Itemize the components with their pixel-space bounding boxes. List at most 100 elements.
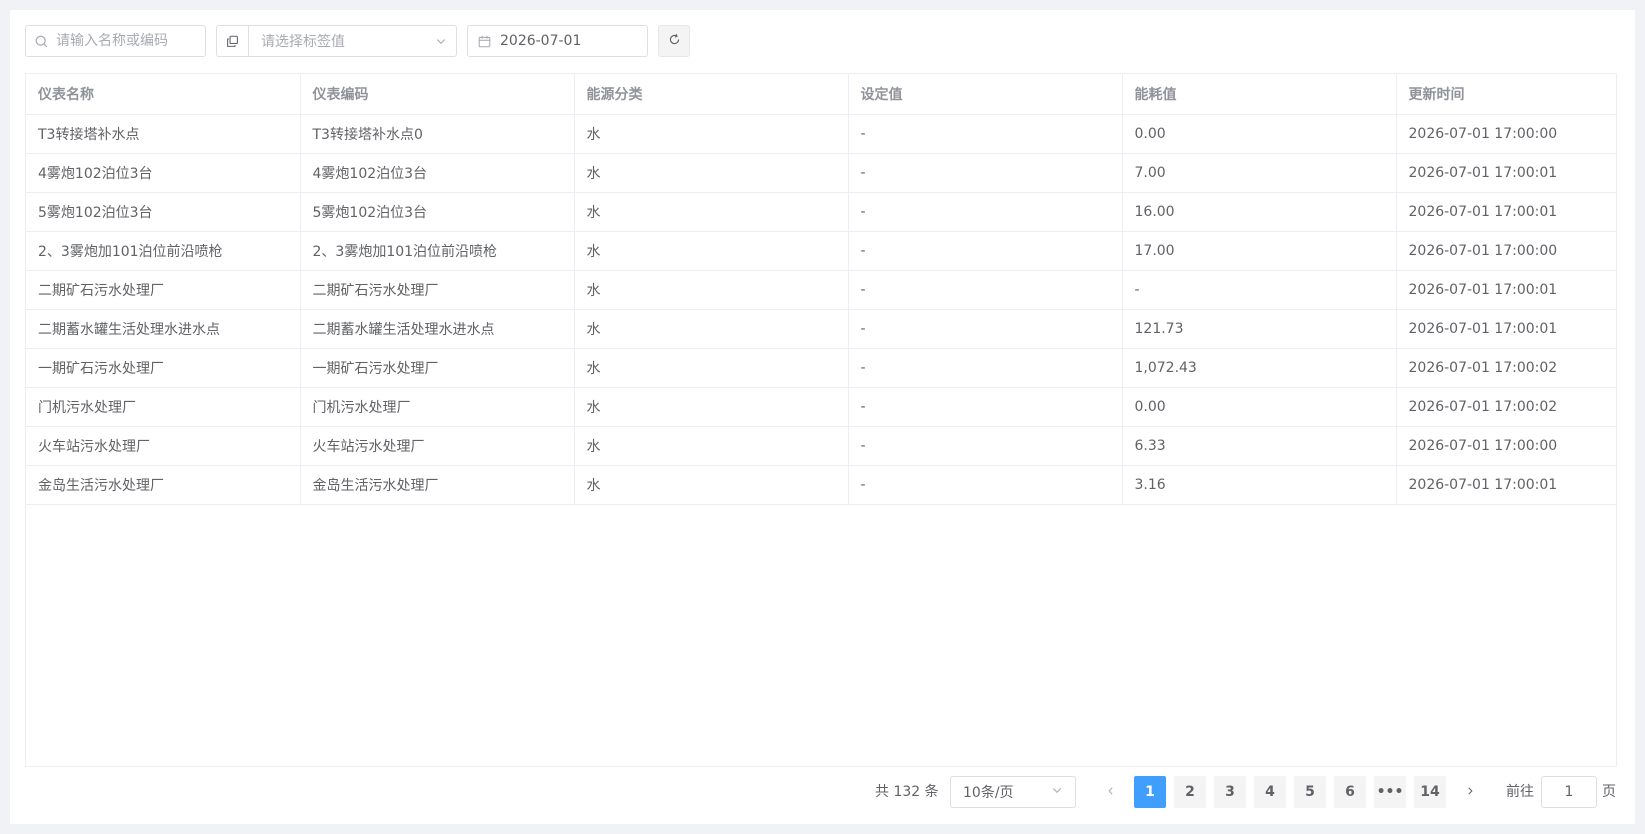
table-row[interactable]: 火车站污水处理厂 火车站污水处理厂 水 - 6.33 2026-07-01 17… bbox=[26, 426, 1616, 466]
table-row[interactable]: 4雾炮102泊位3台 4雾炮102泊位3台 水 - 7.00 2026-07-0… bbox=[26, 153, 1616, 193]
tag-select-placeholder: 请选择标签值 bbox=[261, 34, 345, 50]
cell-set-value: - bbox=[848, 270, 1123, 310]
table-row[interactable]: 一期矿石污水处理厂 一期矿石污水处理厂 水 - 1,072.43 2026-07… bbox=[26, 348, 1616, 388]
filter-toolbar: 请选择标签值 bbox=[25, 25, 690, 57]
page-button-4[interactable]: 4 bbox=[1254, 776, 1286, 808]
cell-update-time: 2026-07-01 17:00:00 bbox=[1396, 114, 1616, 154]
page-size-value: 10条/页 bbox=[963, 785, 1014, 801]
cell-update-time: 2026-07-01 17:00:01 bbox=[1396, 309, 1616, 349]
page-button-3[interactable]: 3 bbox=[1214, 776, 1246, 808]
cell-update-time: 2026-07-01 17:00:01 bbox=[1396, 153, 1616, 193]
refresh-button[interactable] bbox=[658, 25, 690, 57]
meter-table: 仪表名称 仪表编码 能源分类 设定值 能耗值 更新时间 T3转接塔补水点 T3转… bbox=[25, 73, 1617, 767]
cell-meter-name: T3转接塔补水点 bbox=[26, 114, 301, 154]
cell-meter-name: 二期矿石污水处理厂 bbox=[26, 270, 301, 310]
cell-energy-type: 水 bbox=[574, 153, 849, 193]
page-size-select[interactable]: 10条/页 bbox=[950, 776, 1076, 808]
cell-energy-type: 水 bbox=[574, 309, 849, 349]
cell-energy-type: 水 bbox=[574, 231, 849, 271]
prev-page-button[interactable] bbox=[1095, 776, 1127, 808]
cell-set-value: - bbox=[848, 465, 1123, 505]
cell-meter-code: 二期蓄水罐生活处理水进水点 bbox=[300, 309, 575, 349]
goto-label: 前往 bbox=[1506, 784, 1534, 800]
cell-energy-type: 水 bbox=[574, 114, 849, 154]
main-panel: 请选择标签值 仪表名称 仪表编码 bbox=[10, 10, 1635, 824]
cell-update-time: 2026-07-01 17:00:01 bbox=[1396, 270, 1616, 310]
cell-set-value: - bbox=[848, 114, 1123, 154]
cell-update-time: 2026-07-01 17:00:01 bbox=[1396, 465, 1616, 505]
cell-consumption: 16.00 bbox=[1122, 192, 1397, 232]
column-header-energy-type[interactable]: 能源分类 bbox=[574, 74, 849, 115]
column-header-meter-name[interactable]: 仪表名称 bbox=[26, 74, 301, 115]
table-row[interactable]: 二期蓄水罐生活处理水进水点 二期蓄水罐生活处理水进水点 水 - 121.73 2… bbox=[26, 309, 1616, 349]
cell-meter-code: 一期矿石污水处理厂 bbox=[300, 348, 575, 388]
date-picker[interactable] bbox=[467, 25, 648, 57]
cell-meter-code: 4雾炮102泊位3台 bbox=[300, 153, 575, 193]
cell-energy-type: 水 bbox=[574, 387, 849, 427]
cell-meter-name: 火车站污水处理厂 bbox=[26, 426, 301, 466]
search-box[interactable] bbox=[25, 25, 206, 57]
cell-meter-code: 门机污水处理厂 bbox=[300, 387, 575, 427]
cell-energy-type: 水 bbox=[574, 465, 849, 505]
cell-meter-code: 2、3雾炮加101泊位前沿喷枪 bbox=[300, 231, 575, 271]
cell-consumption: 7.00 bbox=[1122, 153, 1397, 193]
copy-icon[interactable] bbox=[217, 26, 249, 56]
pagination: 共 132 条 10条/页 1 2 3 4 5 6 ••• 14 前往 页 bbox=[10, 776, 1635, 808]
table-row[interactable]: 5雾炮102泊位3台 5雾炮102泊位3台 水 - 16.00 2026-07-… bbox=[26, 192, 1616, 232]
cell-consumption: 0.00 bbox=[1122, 114, 1397, 154]
cell-set-value: - bbox=[848, 387, 1123, 427]
cell-set-value: - bbox=[848, 348, 1123, 388]
column-header-consumption[interactable]: 能耗值 bbox=[1122, 74, 1397, 115]
cell-meter-name: 门机污水处理厂 bbox=[26, 387, 301, 427]
cell-meter-name: 金岛生活污水处理厂 bbox=[26, 465, 301, 505]
cell-update-time: 2026-07-01 17:00:02 bbox=[1396, 387, 1616, 427]
cell-update-time: 2026-07-01 17:00:00 bbox=[1396, 231, 1616, 271]
calendar-icon bbox=[468, 35, 500, 48]
page-ellipsis-button[interactable]: ••• bbox=[1374, 776, 1406, 808]
table-row[interactable]: 门机污水处理厂 门机污水处理厂 水 - 0.00 2026-07-01 17:0… bbox=[26, 387, 1616, 427]
date-input[interactable] bbox=[500, 33, 630, 49]
cell-consumption: 1,072.43 bbox=[1122, 348, 1397, 388]
chevron-down-icon bbox=[426, 35, 456, 47]
cell-energy-type: 水 bbox=[574, 348, 849, 388]
table-row[interactable]: 2、3雾炮加101泊位前沿喷枪 2、3雾炮加101泊位前沿喷枪 水 - 17.0… bbox=[26, 231, 1616, 271]
cell-consumption: 17.00 bbox=[1122, 231, 1397, 271]
cell-consumption: 6.33 bbox=[1122, 426, 1397, 466]
next-page-button[interactable] bbox=[1454, 776, 1486, 808]
cell-meter-name: 二期蓄水罐生活处理水进水点 bbox=[26, 309, 301, 349]
cell-meter-code: 5雾炮102泊位3台 bbox=[300, 192, 575, 232]
cell-energy-type: 水 bbox=[574, 426, 849, 466]
cell-meter-code: T3转接塔补水点0 bbox=[300, 114, 575, 154]
cell-consumption: 121.73 bbox=[1122, 309, 1397, 349]
cell-update-time: 2026-07-01 17:00:01 bbox=[1396, 192, 1616, 232]
search-input[interactable] bbox=[56, 33, 186, 49]
cell-consumption: 3.16 bbox=[1122, 465, 1397, 505]
table-row[interactable]: 二期矿石污水处理厂 二期矿石污水处理厂 水 - - 2026-07-01 17:… bbox=[26, 270, 1616, 310]
cell-meter-code: 金岛生活污水处理厂 bbox=[300, 465, 575, 505]
column-header-meter-code[interactable]: 仪表编码 bbox=[300, 74, 575, 115]
cell-consumption: - bbox=[1122, 270, 1397, 310]
table-header-row: 仪表名称 仪表编码 能源分类 设定值 能耗值 更新时间 bbox=[26, 74, 1616, 115]
chevron-down-icon bbox=[1051, 784, 1063, 800]
cell-meter-code: 二期矿石污水处理厂 bbox=[300, 270, 575, 310]
table-row[interactable]: 金岛生活污水处理厂 金岛生活污水处理厂 水 - 3.16 2026-07-01 … bbox=[26, 465, 1616, 505]
page-button-2[interactable]: 2 bbox=[1174, 776, 1206, 808]
cell-meter-code: 火车站污水处理厂 bbox=[300, 426, 575, 466]
column-header-update-time[interactable]: 更新时间 bbox=[1396, 74, 1616, 115]
table-row[interactable]: T3转接塔补水点 T3转接塔补水点0 水 - 0.00 2026-07-01 1… bbox=[26, 114, 1616, 154]
goto-page-field[interactable] bbox=[1541, 776, 1597, 808]
pagination-total: 共 132 条 bbox=[875, 784, 939, 800]
page-button-14[interactable]: 14 bbox=[1414, 776, 1446, 808]
goto-page-input[interactable] bbox=[1547, 783, 1591, 801]
cell-update-time: 2026-07-01 17:00:00 bbox=[1396, 426, 1616, 466]
cell-meter-name: 4雾炮102泊位3台 bbox=[26, 153, 301, 193]
page-button-6[interactable]: 6 bbox=[1334, 776, 1366, 808]
page-button-5[interactable]: 5 bbox=[1294, 776, 1326, 808]
cell-set-value: - bbox=[848, 309, 1123, 349]
column-header-set-value[interactable]: 设定值 bbox=[848, 74, 1123, 115]
tag-select[interactable]: 请选择标签值 bbox=[216, 25, 457, 57]
refresh-icon bbox=[668, 33, 681, 50]
cell-meter-name: 5雾炮102泊位3台 bbox=[26, 192, 301, 232]
page-button-1[interactable]: 1 bbox=[1134, 776, 1166, 808]
cell-set-value: - bbox=[848, 426, 1123, 466]
